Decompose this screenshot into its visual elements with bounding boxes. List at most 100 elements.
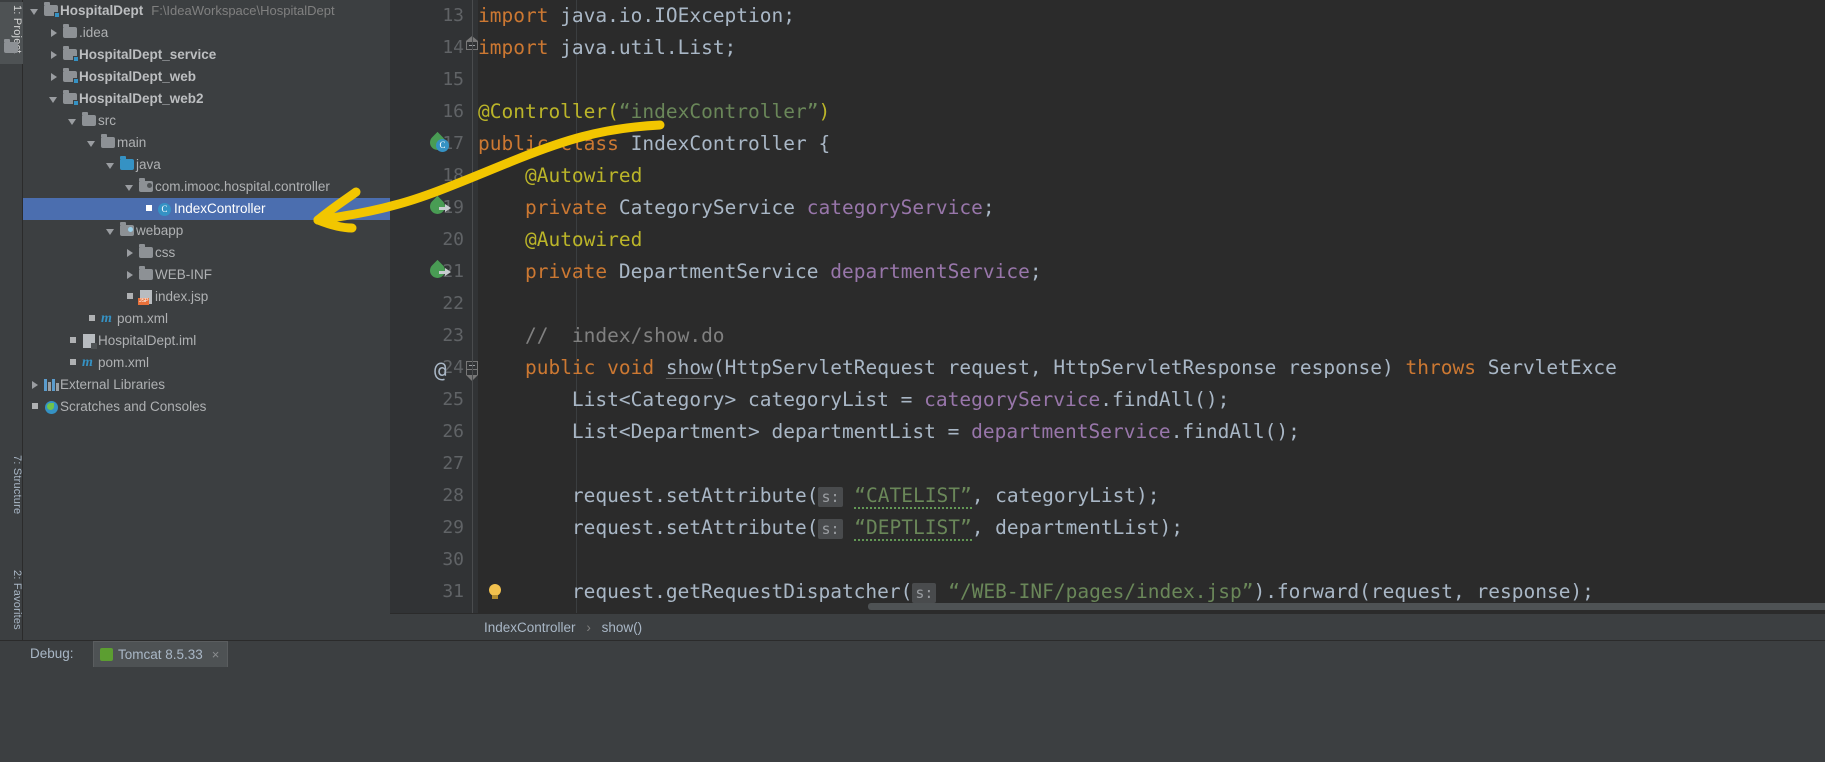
project-tool-window[interactable]: HospitalDept F:\IdeaWorkspace\HospitalDep…	[23, 0, 390, 640]
gutter-line-19[interactable]: 19	[390, 192, 478, 224]
tool-window-button-favorites-label: 2: Favorites	[11, 570, 23, 630]
chevron-right-icon[interactable]	[124, 242, 137, 264]
close-icon[interactable]: ×	[212, 647, 220, 662]
code-line-28[interactable]: request.setAttribute(s: “CATELIST”, cate…	[478, 480, 1825, 512]
chevron-down-icon[interactable]	[86, 132, 99, 154]
code-token: @Controller(	[478, 100, 619, 123]
tree-row-web-inf[interactable]: WEB-INF	[23, 264, 390, 286]
gutter-line-26[interactable]: 26	[390, 416, 478, 448]
code-token: ServletExce	[1475, 356, 1617, 379]
chevron-down-icon[interactable]	[105, 220, 118, 242]
tree-row-css[interactable]: css	[23, 242, 390, 264]
code-editor[interactable]: 13 14 15 16 17 C 18 19 20 21 22 23 24 @ 25 26 27 28 29 30 31…	[390, 0, 1825, 613]
tree-row-hospitaldept-web2[interactable]: HospitalDept_web2	[23, 88, 390, 110]
tree-row-webapp[interactable]: webapp	[23, 220, 390, 242]
tree-row-hospitaldept-web[interactable]: HospitalDept_web	[23, 66, 390, 88]
gutter-line-15[interactable]: 15	[390, 64, 478, 96]
spring-bean-gutter-icon[interactable]	[426, 259, 452, 283]
code-token: s:	[818, 519, 843, 539]
chevron-down-icon[interactable]	[48, 88, 61, 110]
code-line-30[interactable]	[478, 544, 1825, 576]
gutter-line-24[interactable]: 24 @	[390, 352, 478, 384]
chevron-right-icon[interactable]	[48, 22, 61, 44]
tree-row-idea[interactable]: .idea	[23, 22, 390, 44]
line-number: 13	[442, 5, 464, 26]
code-line-16[interactable]: @Controller(“indexController”)	[478, 96, 1825, 128]
overriding-method-gutter-icon[interactable]: @	[434, 360, 447, 381]
chevron-right-icon[interactable]	[29, 374, 42, 396]
code-line-18[interactable]: @Autowired	[478, 160, 1825, 192]
tree-row-hospitaldept[interactable]: HospitalDept F:\IdeaWorkspace\HospitalDep…	[23, 0, 390, 22]
tree-row-label: HospitalDept	[60, 3, 144, 18]
tree-row-java[interactable]: java	[23, 154, 390, 176]
gutter-line-21[interactable]: 21	[390, 256, 478, 288]
code-line-15[interactable]	[478, 64, 1825, 96]
chevron-down-icon[interactable]	[29, 0, 42, 22]
gutter-line-22[interactable]: 22	[390, 288, 478, 320]
code-line-21[interactable]: private DepartmentService departmentServ…	[478, 256, 1825, 288]
spring-bean-gutter-icon[interactable]	[426, 195, 452, 219]
gutter-line-13[interactable]: 13	[390, 0, 478, 32]
breadcrumb[interactable]: IndexController › show()	[390, 613, 1825, 640]
code-line-13[interactable]: import java.io.IOException;	[478, 0, 1825, 32]
tree-row-pom-xml[interactable]: m pom.xml	[23, 352, 390, 374]
chevron-right-icon[interactable]	[124, 264, 137, 286]
folder-icon[interactable]	[4, 39, 19, 55]
tree-row-external-libraries[interactable]: External Libraries	[23, 374, 390, 396]
tree-row-hospitaldept-service[interactable]: HospitalDept_service	[23, 44, 390, 66]
code-line-24[interactable]: public void show(HttpServletRequest requ…	[478, 352, 1825, 384]
tree-row-label: java	[136, 157, 161, 172]
tree-arrow-spacer	[67, 330, 80, 352]
gutter-line-29[interactable]: 29	[390, 512, 478, 544]
gutter-line-28[interactable]: 28	[390, 480, 478, 512]
run-class-gutter-icon[interactable]: C	[426, 131, 452, 155]
breadcrumb-class[interactable]: IndexController	[484, 620, 576, 635]
tomcat-icon	[100, 648, 113, 661]
code-line-27[interactable]	[478, 448, 1825, 480]
tree-row-pom-xml[interactable]: m pom.xml	[23, 308, 390, 330]
code-text-area[interactable]: import java.io.IOException; import java.u…	[478, 0, 1825, 613]
tree-row-scratches-and-consoles[interactable]: Scratches and Consoles	[23, 396, 390, 418]
code-line-19[interactable]: private CategoryService categoryService;	[478, 192, 1825, 224]
gutter-line-25[interactable]: 25	[390, 384, 478, 416]
code-line-25[interactable]: List<Category> categoryList = categorySe…	[478, 384, 1825, 416]
gutter-line-30[interactable]: 30	[390, 544, 478, 576]
chevron-down-icon[interactable]	[67, 110, 80, 132]
chevron-down-icon[interactable]	[124, 176, 137, 198]
gutter-line-14[interactable]: 14	[390, 32, 478, 64]
folder-icon	[99, 132, 117, 154]
tool-window-button-structure[interactable]: 7: Structure	[0, 455, 23, 535]
tree-row-indexcontroller[interactable]: C IndexController	[23, 198, 390, 220]
gutter-line-16[interactable]: 16	[390, 96, 478, 128]
code-line-14[interactable]: import java.util.List;	[478, 32, 1825, 64]
gutter-line-20[interactable]: 20	[390, 224, 478, 256]
gutter-line-31[interactable]: 31	[390, 576, 501, 608]
gutter-line-17[interactable]: 17 C	[390, 128, 478, 160]
code-line-17[interactable]: public class IndexController {	[478, 128, 1825, 160]
tree-row-hospitaldept-iml[interactable]: HospitalDept.iml	[23, 330, 390, 352]
breadcrumb-method[interactable]: show()	[602, 620, 643, 635]
chevron-right-icon[interactable]	[48, 44, 61, 66]
code-line-20[interactable]: @Autowired	[478, 224, 1825, 256]
editor-gutter[interactable]: 13 14 15 16 17 C 18 19 20 21 22 23 24 @ 25 26 27 28 29 30 31	[390, 0, 501, 613]
gutter-line-23[interactable]: 23	[390, 320, 478, 352]
tree-row-com-imooc-hospital-controller[interactable]: com.imooc.hospital.controller	[23, 176, 390, 198]
tree-row-index-jsp[interactable]: index.jsp	[23, 286, 390, 308]
tomcat-run-tab[interactable]: Tomcat 8.5.33 ×	[93, 641, 229, 667]
tree-row-src[interactable]: src	[23, 110, 390, 132]
tool-window-button-favorites[interactable]: 2: Favorites	[0, 570, 23, 650]
tree-row-main[interactable]: main	[23, 132, 390, 154]
chevron-down-icon[interactable]	[105, 154, 118, 176]
code-line-23[interactable]: // index/show.do	[478, 320, 1825, 352]
chevron-right-icon[interactable]	[48, 66, 61, 88]
gutter-line-18[interactable]: 18	[390, 160, 478, 192]
editor-horizontal-scrollbar[interactable]	[868, 603, 1825, 610]
jsp-file-icon	[137, 286, 155, 308]
code-line-22[interactable]	[478, 288, 1825, 320]
gutter-line-27[interactable]: 27	[390, 448, 478, 480]
code-line-26[interactable]: List<Department> departmentList = depart…	[478, 416, 1825, 448]
code-line-29[interactable]: request.setAttribute(s: “DEPTLIST”, depa…	[478, 512, 1825, 544]
